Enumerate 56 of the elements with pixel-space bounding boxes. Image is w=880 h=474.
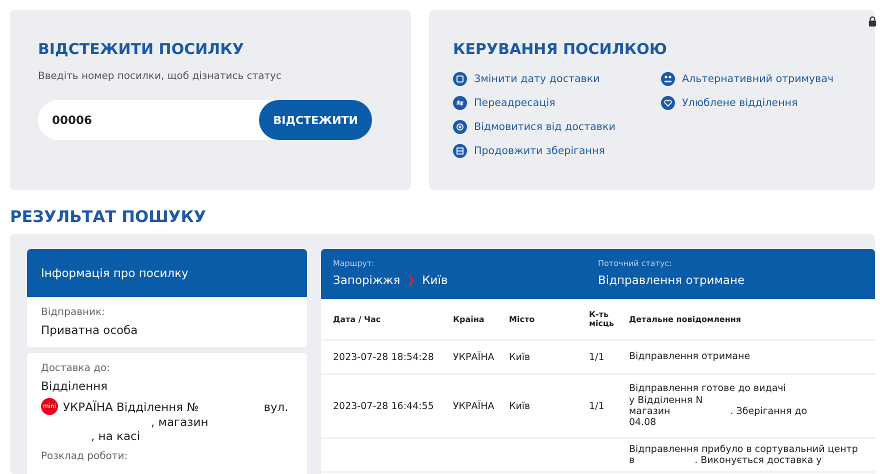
status-label: Поточний статус:: [598, 259, 673, 268]
arrows-icon: [453, 96, 467, 110]
table-cell: 1/1: [589, 400, 604, 412]
action-link[interactable]: Відмовитися від доставки: [453, 120, 643, 134]
track-button[interactable]: ВІДСТЕЖИТИ: [259, 100, 372, 140]
card-title: КЕРУВАННЯ ПОСИЛКОЮ: [453, 40, 668, 58]
message-text: . Виконується доставка у: [694, 455, 822, 466]
column-header: К-ть місць: [589, 310, 616, 328]
status-value: Відправлення отримане: [598, 273, 745, 287]
chevron-icon: [408, 274, 414, 286]
message-text: Відправлення готове до видачі: [629, 383, 786, 395]
tracking-field[interactable]: 00006 ВІДСТЕЖИТИ: [38, 100, 372, 140]
route-label: Маршрут:: [333, 259, 376, 268]
address-text: , на касі: [90, 429, 142, 443]
action-link[interactable]: Переадресація: [453, 96, 643, 110]
message-text: магазин: [629, 406, 670, 418]
calendar-icon: [453, 72, 467, 86]
address-text: , магазин: [150, 415, 210, 429]
table-cell: 2023-07-28 16:44:55: [333, 400, 434, 412]
city-from: Запоріжжя: [333, 273, 400, 287]
message-text: 04.08: [629, 417, 656, 429]
table-cell: 2023-07-28 18:54:28: [333, 352, 434, 362]
info-header: Інформація про посилку: [27, 249, 307, 297]
action-link[interactable]: Змінити дату доставки: [453, 72, 643, 86]
lock-icon: [868, 16, 877, 27]
action-link[interactable]: Продовжити зберігання: [453, 144, 643, 158]
column-header: Детальне повідомлення: [629, 314, 742, 324]
cancel-icon: [453, 120, 467, 134]
table-cell: Київ: [509, 352, 530, 362]
message-text: . Зберігання до: [730, 406, 808, 418]
box-icon: [453, 144, 467, 158]
message-text: в: [629, 455, 635, 466]
action-link[interactable]: Альтернативний отримувач: [661, 72, 851, 86]
table-cell: УКРАЇНА: [453, 352, 494, 362]
column-header: Країна: [453, 314, 486, 324]
card-title: ВІДСТЕЖИТИ ПОСИЛКУ: [38, 40, 245, 58]
city-to: Київ: [422, 273, 448, 287]
column-header: Дата / Час: [333, 314, 382, 324]
field-label: Доставка до:: [41, 363, 112, 374]
address-text: УКРАЇНА Відділення №: [63, 400, 199, 414]
message-text: Відправлення отримане: [629, 351, 750, 363]
message-text: Відправлення прибуло в сортувальний центр: [629, 444, 858, 455]
field-label: Відправник:: [41, 307, 106, 318]
hint-text: Введіть номер посилки, щоб дізнатись статус: [38, 71, 282, 82]
sender-value: Приватна особа: [41, 323, 139, 337]
section-title: РЕЗУЛЬТАТ ПОШУКУ: [10, 207, 208, 226]
table-cell: Київ: [509, 400, 530, 412]
field-label: Розклад роботи:: [41, 451, 129, 462]
people-icon: [661, 72, 675, 86]
delivery-type: Відділення: [41, 379, 109, 393]
address-text: вул.: [264, 400, 288, 414]
action-link[interactable]: Улюблене відділення: [661, 96, 851, 110]
message-text: у Відділення N: [629, 394, 703, 406]
table-cell: УКРАЇНА: [453, 400, 494, 412]
table-cell: 1/1: [589, 352, 604, 362]
column-header: Місто: [509, 314, 536, 324]
